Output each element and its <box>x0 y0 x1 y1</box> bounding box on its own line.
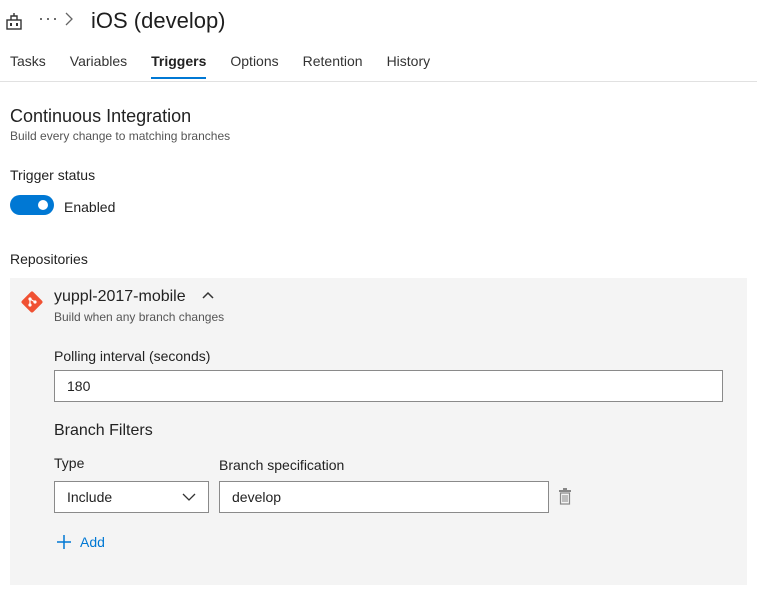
tab-variables[interactable]: Variables <box>70 53 127 79</box>
tab-tasks[interactable]: Tasks <box>10 53 46 79</box>
git-icon <box>21 291 43 313</box>
polling-interval-input[interactable]: 180 <box>54 370 723 402</box>
trash-icon[interactable] <box>557 486 573 506</box>
chevron-down-icon <box>182 493 196 501</box>
branch-filters-title: Branch Filters <box>54 422 153 439</box>
type-label: Type <box>54 455 85 471</box>
branch-spec-label: Branch specification <box>219 457 345 473</box>
type-dropdown[interactable]: Include <box>54 481 209 513</box>
ci-section-title: Continuous Integration <box>10 106 192 126</box>
build-pipeline-icon <box>6 13 22 30</box>
tab-bar: Tasks Variables Triggers Options Retenti… <box>10 53 454 79</box>
tab-retention[interactable]: Retention <box>303 53 363 79</box>
repository-subtitle: Build when any branch changes <box>54 310 225 324</box>
add-branch-filter-button[interactable]: Add <box>56 534 105 550</box>
trigger-status-label: Trigger status <box>10 167 96 183</box>
header-divider <box>0 81 757 82</box>
repositories-label: Repositories <box>10 251 88 267</box>
tab-options[interactable]: Options <box>230 53 278 79</box>
toggle-knob <box>38 200 48 210</box>
chevron-up-icon[interactable] <box>202 290 214 300</box>
toggle-state-label: Enabled <box>64 199 116 215</box>
chevron-right-icon <box>65 12 73 26</box>
add-label: Add <box>80 534 105 550</box>
more-actions-icon[interactable]: ··· <box>38 8 59 29</box>
polling-interval-label: Polling interval (seconds) <box>54 348 211 364</box>
trigger-status-toggle[interactable] <box>10 195 54 215</box>
branch-specification-value: develop <box>232 489 282 505</box>
repository-name: yuppl-2017-mobile <box>54 288 186 305</box>
branch-specification-input[interactable]: develop <box>219 481 549 513</box>
page-title: iOS (develop) <box>91 8 226 33</box>
polling-interval-value: 180 <box>67 378 91 394</box>
plus-icon <box>57 535 71 549</box>
tab-triggers[interactable]: Triggers <box>151 53 207 79</box>
type-selected-value: Include <box>67 489 113 505</box>
ci-section-subtitle: Build every change to matching branches <box>10 129 231 143</box>
tab-history[interactable]: History <box>387 53 431 79</box>
